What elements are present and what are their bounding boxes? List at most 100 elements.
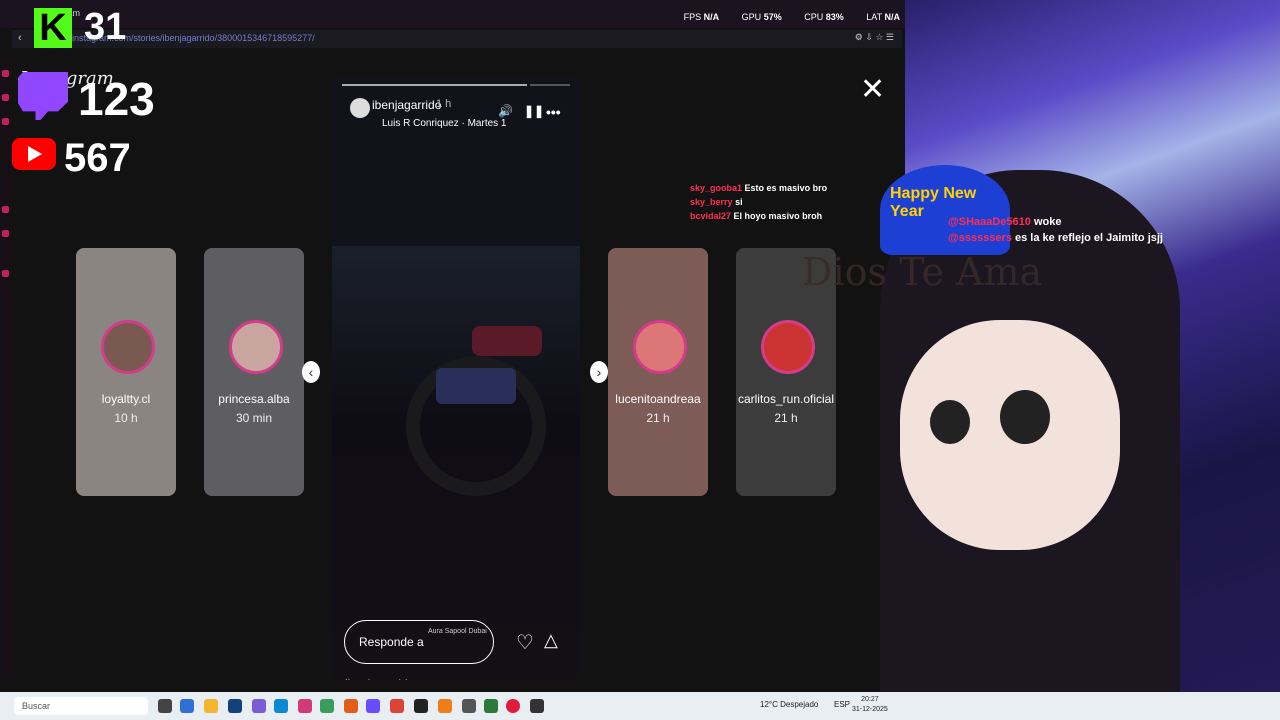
chat-user: bcvidal27 [690,211,732,221]
lat-value: N/A [884,12,901,22]
story-progress-bar [342,84,527,86]
opera-icon[interactable] [506,699,520,713]
performance-stats: FPS N/A GPU 57% CPU 83% LAT N/A [664,12,900,22]
main-story-viewer[interactable]: ibenjagarrido 1 h Luis R Conriquez · Mar… [332,76,580,680]
avatar [229,320,283,374]
left-sidebar-rail [0,60,12,680]
lat-label: LAT [866,12,882,22]
vtuber-face [900,320,1120,550]
back-icon[interactable]: ‹ [18,32,22,44]
story-time: 21 h [774,411,798,425]
chat-overlay-2: @SHaaaDe5610 woke @ssssssers es la ke re… [948,216,1163,248]
story-username: princesa.alba [218,392,290,406]
browser-toolbar-icons[interactable]: ⚙ ⇩ ☆ ☰ [855,32,894,43]
kick-logo-icon: K [34,8,72,48]
pause-icon[interactable]: ❚❚ [524,104,544,118]
story-time: 30 min [235,411,273,425]
rail-icon[interactable] [2,94,9,101]
chat-message: bcvidal27 El hoyo masivo broh [690,211,827,221]
avatar [101,320,155,374]
app-icon[interactable] [438,699,452,713]
address-bar[interactable]: ‹ instagram.com/stories/ibenjagarrido/38… [12,30,902,48]
car-taillights [472,326,542,356]
gpu-value: 57% [763,12,782,22]
app-icon[interactable] [462,699,476,713]
rail-icon[interactable] [2,70,9,77]
chat-overlay: sky_gooba1 Esto es masivo bro sky_berry … [690,183,827,225]
story-card-lucenito[interactable]: lucenitoandreaa 21 h [608,248,708,496]
avatar [761,320,815,374]
previous-story-button[interactable]: ‹ [302,361,320,383]
story-card-loyaltty[interactable]: loyaltty.cl 10 h [76,248,176,496]
weather-widget[interactable]: 12°C Despejado [760,700,818,709]
reply-input[interactable]: Responde a ibenjagarrido... [344,620,494,680]
chat-message: sky_berry si [690,197,827,207]
chat-user: @ssssssers [948,232,1012,244]
like-heart-icon[interactable]: ♡ [516,630,534,655]
app-icon[interactable] [252,699,266,713]
story-music[interactable]: Luis R Conriquez · Martes 1 [382,118,507,129]
chat-user: sky_berry [690,197,733,207]
cpu-label: CPU [804,12,824,22]
close-icon[interactable]: ✕ [860,72,885,107]
chat-text: El hoyo masivo broh [733,211,823,221]
clock-time: 20:27 [861,696,879,703]
app-icon[interactable] [180,699,194,713]
app-icon[interactable] [366,699,380,713]
story-card-princesa[interactable]: princesa.alba 30 min [204,248,304,496]
avatar [633,320,687,374]
youtube-play-icon [28,146,42,162]
rail-icon[interactable] [2,270,9,277]
story-time: 10 h [114,411,138,425]
windows-taskbar: Buscar 12°C Despejado ESP 20:27 31-12-20… [0,692,1280,720]
chrome-icon[interactable] [390,699,404,713]
edge-icon[interactable] [274,699,288,713]
story-time: 1 h [436,98,452,110]
taskbar-search-input[interactable]: Buscar [14,697,148,715]
story-username: lucenitoandreaa [615,392,701,406]
youtube-subscriber-count: 567 [64,136,131,180]
clock-date: 31-12-2025 [852,706,888,713]
app-icon[interactable] [484,699,498,713]
dashboard-display [436,368,516,404]
story-username: carlitos_run.oficial [737,392,835,406]
app-icon[interactable] [298,699,312,713]
story-username: loyaltty.cl [101,392,151,406]
cpu-value: 83% [825,12,844,22]
share-send-icon[interactable]: △ [544,630,558,651]
chat-message: sky_gooba1 Esto es masivo bro [690,183,827,193]
file-explorer-icon[interactable] [204,699,218,713]
system-clock[interactable]: 20:27 31-12-2025 [852,695,888,715]
chat-text: es la ke reflejo el Jaimito jsjj [1015,232,1163,244]
chat-text: woke [1033,216,1062,228]
app-icon[interactable] [530,699,544,713]
next-story-button[interactable]: › [590,361,608,383]
chat-user: sky_gooba1 [690,183,743,193]
overlay-text: Dios Te Ama [802,250,1043,294]
chat-message: @SHaaaDe5610 woke [948,216,1163,228]
task-view-icon[interactable] [158,699,172,713]
app-icon[interactable] [228,699,242,713]
fps-label: FPS [683,12,702,22]
vtuber-left-eye [930,400,970,444]
fps-value: N/A [703,12,720,22]
app-icon[interactable] [320,699,334,713]
kick-follower-count: 31 [84,6,127,48]
vtuber-right-eye [1000,390,1050,444]
story-image [332,246,580,680]
rail-icon[interactable] [2,206,9,213]
language-indicator[interactable]: ESP [834,700,850,709]
story-username[interactable]: ibenjagarrido [372,98,441,112]
chat-text: Esto es masivo bro [744,183,828,193]
firefox-icon[interactable] [344,699,358,713]
rail-icon[interactable] [2,230,9,237]
rail-icon[interactable] [2,118,9,125]
volume-icon[interactable]: 🔊 [498,104,513,118]
story-progress-remaining [530,84,570,86]
avatar[interactable] [350,98,370,118]
app-icon[interactable] [414,699,428,713]
twitch-follower-count: 123 [78,73,155,125]
story-time: 21 h [646,411,670,425]
chat-message: @ssssssers es la ke reflejo el Jaimito j… [948,232,1163,244]
more-options-icon[interactable]: ••• [546,104,561,120]
